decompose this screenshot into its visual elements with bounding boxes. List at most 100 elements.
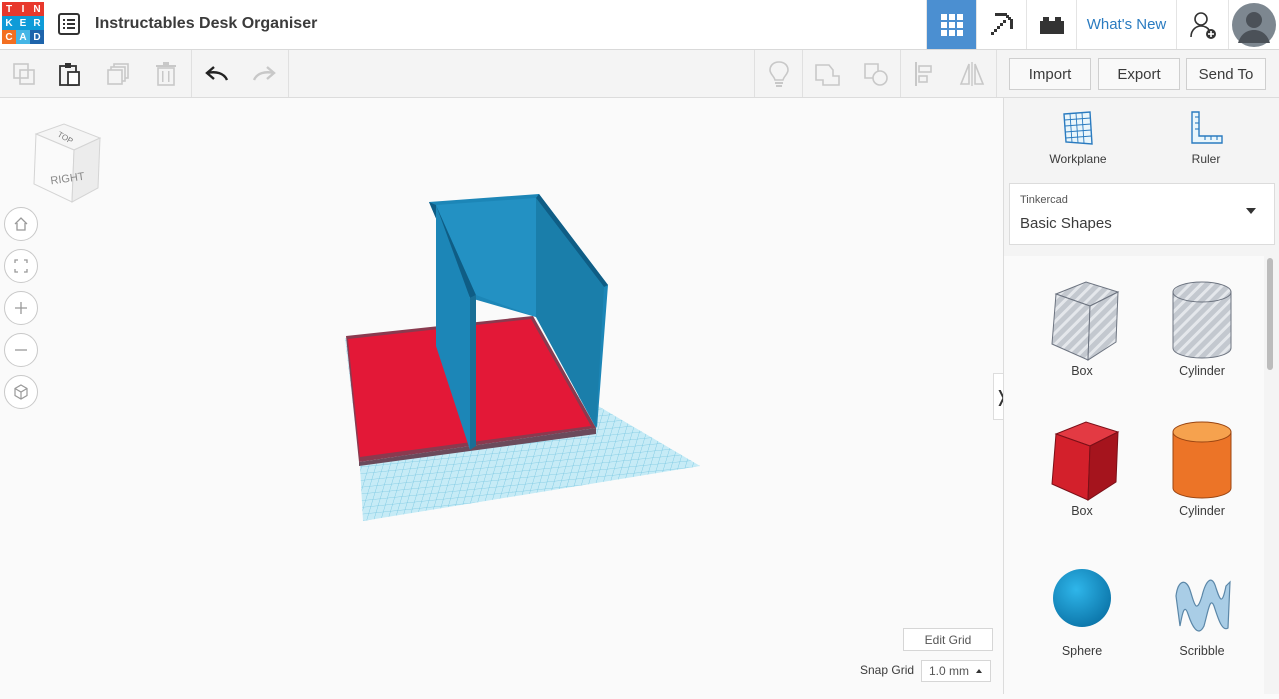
- ungroup-icon: [863, 62, 888, 86]
- shape-library-dropdown[interactable]: Tinkercad Basic Shapes: [1009, 183, 1275, 245]
- 3d-design-view-button[interactable]: [926, 0, 976, 49]
- snap-grid-select[interactable]: 1.0 mm: [921, 660, 991, 682]
- zoom-in-button[interactable]: [4, 291, 38, 325]
- perspective-button[interactable]: [4, 375, 38, 409]
- design-title[interactable]: Instructables Desk Organiser: [95, 15, 317, 33]
- sphere-blue-icon: [1053, 569, 1111, 627]
- lightbulb-icon: [768, 60, 789, 87]
- logo-letter: N: [30, 2, 44, 16]
- shape-box-hole[interactable]: Box: [1032, 276, 1132, 378]
- delete-button[interactable]: [142, 50, 189, 97]
- top-right-controls: What's New: [926, 0, 1279, 49]
- minus-icon: [15, 349, 27, 351]
- logo-letter: R: [30, 16, 44, 30]
- shape-label: Box: [1071, 364, 1093, 378]
- fit-view-button[interactable]: [4, 249, 38, 283]
- workplane-label: Workplane: [1049, 152, 1107, 166]
- group-button[interactable]: [803, 50, 850, 97]
- cylinder-hole-icon: [1172, 281, 1232, 359]
- box-red-icon: [1051, 421, 1120, 501]
- logo-letter: I: [16, 2, 30, 16]
- duplicate-icon: [106, 62, 129, 85]
- mirror-button[interactable]: [948, 50, 995, 97]
- trash-icon: [155, 61, 176, 86]
- workplane-icon: [1063, 111, 1093, 145]
- paste-icon: [58, 62, 80, 86]
- library-source: Tinkercad: [1020, 194, 1068, 206]
- add-user-icon: [1189, 11, 1216, 39]
- library-name: Basic Shapes: [1020, 215, 1112, 232]
- group-icon: [814, 63, 840, 86]
- align-button[interactable]: [901, 50, 948, 97]
- home-view-button[interactable]: [4, 207, 38, 241]
- workplane-tool[interactable]: Workplane: [1028, 110, 1128, 166]
- undo-icon: [204, 65, 228, 81]
- caret-up-icon: [976, 669, 982, 673]
- zoom-out-button[interactable]: [4, 333, 38, 367]
- invite-user-button[interactable]: [1176, 0, 1228, 49]
- scribble-icon: [1175, 579, 1231, 632]
- user-avatar[interactable]: [1228, 0, 1279, 49]
- snap-grid-value: 1.0 mm: [929, 664, 970, 678]
- cube-icon: [14, 384, 28, 400]
- avatar-icon: [1232, 2, 1276, 47]
- send-to-button[interactable]: Send To: [1186, 58, 1266, 90]
- export-button[interactable]: Export: [1098, 58, 1180, 90]
- shape-sphere[interactable]: Sphere: [1032, 556, 1132, 658]
- shape-label: Box: [1071, 504, 1093, 518]
- logo-letter: T: [2, 2, 16, 16]
- redo-button[interactable]: [240, 50, 287, 97]
- copy-icon: [12, 62, 35, 85]
- logo-letter: D: [30, 30, 44, 44]
- undo-button[interactable]: [193, 50, 240, 97]
- redo-icon: [252, 65, 276, 81]
- shape-cylinder-solid[interactable]: Cylinder: [1152, 416, 1252, 518]
- copy-button[interactable]: [0, 50, 47, 97]
- shape-cylinder-hole[interactable]: Cylinder: [1152, 276, 1252, 378]
- 3d-scene[interactable]: [0, 98, 1003, 694]
- logo-letter: C: [2, 30, 16, 44]
- workplane-viewport[interactable]: [0, 98, 1003, 694]
- logo-letter: K: [2, 16, 16, 30]
- lego-view-button[interactable]: [1026, 0, 1076, 49]
- view-cube[interactable]: TOP RIGHT: [28, 120, 104, 204]
- box-hole-icon: [1051, 281, 1120, 361]
- tinkercad-logo[interactable]: T I N K E R C A D: [2, 2, 44, 46]
- brick-icon: [1039, 16, 1064, 34]
- mirror-icon: [959, 61, 984, 86]
- snap-grid-label: Snap Grid: [860, 663, 915, 677]
- whats-new-link[interactable]: What's New: [1076, 0, 1176, 49]
- panel-scrollbar[interactable]: [1267, 258, 1273, 370]
- minecraft-view-button[interactable]: [976, 0, 1026, 49]
- shapes-panel: Workplane Ruler Tinkercad Basic Shapes B…: [1003, 98, 1279, 694]
- ruler-icon: [1191, 111, 1223, 144]
- home-icon: [14, 217, 28, 231]
- shape-label: Sphere: [1061, 644, 1103, 658]
- design-list-icon[interactable]: [58, 13, 80, 35]
- caret-down-icon: [1246, 208, 1256, 214]
- grid-icon: [940, 13, 963, 36]
- shape-box-solid[interactable]: Box: [1032, 416, 1132, 518]
- top-bar: T I N K E R C A D Instructables Desk Org…: [0, 0, 1279, 50]
- ruler-label: Ruler: [1191, 152, 1221, 166]
- edit-grid-button[interactable]: Edit Grid: [903, 628, 993, 651]
- ruler-tool[interactable]: Ruler: [1156, 110, 1256, 166]
- logo-letter: A: [16, 30, 30, 44]
- ungroup-button[interactable]: [852, 50, 899, 97]
- logo-letter: E: [16, 16, 30, 30]
- toolbar-separator: [191, 50, 192, 97]
- edit-toolbar: [0, 50, 1003, 98]
- file-toolbar: Import Export Send To: [997, 50, 1279, 98]
- shape-label: Cylinder: [1179, 364, 1225, 378]
- shape-scribble[interactable]: Scribble: [1152, 556, 1252, 658]
- paste-button[interactable]: [46, 50, 93, 97]
- cylinder-orange-icon: [1172, 421, 1232, 499]
- plus-icon: [15, 302, 27, 314]
- fit-icon: [14, 259, 28, 273]
- pickaxe-icon: [990, 12, 1013, 35]
- shapes-grid: Box Cylinder Box Cylinder Sphere Scribbl…: [1004, 256, 1264, 694]
- duplicate-button[interactable]: [94, 50, 141, 97]
- import-button[interactable]: Import: [1009, 58, 1091, 90]
- notes-button[interactable]: [755, 50, 802, 97]
- align-icon: [914, 61, 932, 86]
